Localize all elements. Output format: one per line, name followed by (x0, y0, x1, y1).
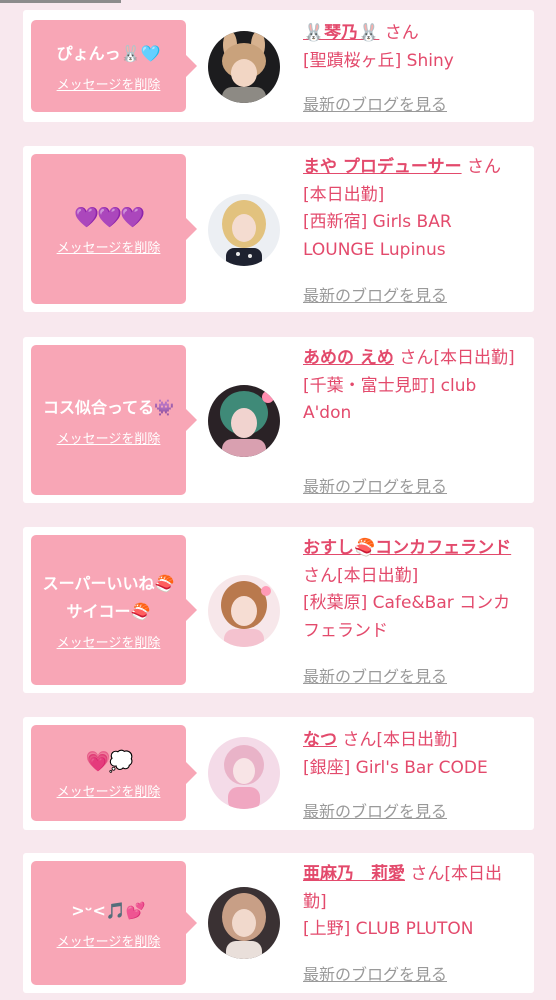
cast-name-link[interactable]: 🐰琴乃🐰 (303, 23, 379, 43)
message-text: 💗💭 (85, 748, 134, 773)
message-card: コス似合ってる👾 メッセージを削除 あめの えめ さん[本日出勤] [千葉・富士… (23, 337, 534, 503)
shop-name: [秋葉原] Cafe&Bar コンカフェランド (303, 593, 511, 641)
delete-message-link[interactable]: メッセージを削除 (57, 237, 161, 256)
cast-honorific: さん (384, 23, 419, 43)
cast-honorific: さん[本日出勤] (342, 730, 458, 750)
message-bubble: 💗💭 メッセージを削除 (31, 725, 197, 821)
latest-blog-link[interactable]: 最新のブログを見る (303, 282, 447, 306)
cast-name-link[interactable]: おすし🍣コンカフェランド (303, 538, 511, 558)
message-bubble: ぴょんっ🐰🩵 メッセージを削除 (31, 20, 197, 112)
delete-message-link[interactable]: メッセージを削除 (57, 781, 161, 800)
cast-info: なつ さん[本日出勤] [銀座] Girl's Bar CODE (303, 727, 521, 782)
cast-info: 亜麻乃 莉愛 さん[本日出勤] [上野] CLUB PLUTON (303, 861, 521, 944)
avatar[interactable] (208, 194, 280, 266)
cast-name-link[interactable]: 亜麻乃 莉愛 (303, 864, 405, 884)
shop-name: [上野] CLUB PLUTON (303, 919, 474, 939)
status-scroll-indicator (0, 0, 121, 3)
message-bubble: 💜💜💜 メッセージを削除 (31, 154, 197, 304)
shop-name: [銀座] Girl's Bar CODE (303, 757, 488, 778)
shop-name: [聖蹟桜ヶ丘] Shiny (303, 50, 454, 71)
avatar[interactable] (208, 887, 280, 959)
message-text: 💜💜💜 (74, 204, 145, 229)
message-card: 💜💜💜 メッセージを削除 まや プロデューサー さん[本日出勤] [西新宿] G… (23, 146, 534, 312)
delete-message-link[interactable]: メッセージを削除 (57, 931, 161, 950)
cast-name-link[interactable]: なつ (303, 730, 337, 750)
latest-blog-link[interactable]: 最新のブログを見る (303, 961, 447, 985)
cast-name-link[interactable]: あめの えめ (303, 348, 394, 368)
delete-message-link[interactable]: メッセージを削除 (57, 74, 161, 93)
avatar[interactable] (208, 385, 280, 457)
avatar[interactable] (208, 575, 280, 647)
cast-name-link[interactable]: まや プロデューサー (303, 157, 462, 177)
avatar[interactable] (208, 737, 280, 809)
cast-info: あめの えめ さん[本日出勤] [千葉・富士見町] club A'don (303, 345, 521, 428)
message-card: >ᵕ<🎵💕 メッセージを削除 亜麻乃 莉愛 さん[本日出勤] [上野] CLUB… (23, 853, 534, 993)
shop-name: [西新宿] Girls BAR LOUNGE Lupinus (303, 212, 452, 260)
message-bubble: >ᵕ<🎵💕 メッセージを削除 (31, 861, 197, 985)
message-bubble: コス似合ってる👾 メッセージを削除 (31, 345, 197, 495)
delete-message-link[interactable]: メッセージを削除 (57, 428, 161, 447)
message-text: コス似合ってる👾 (42, 397, 175, 417)
message-text: >ᵕ<🎵💕 (71, 900, 146, 920)
cast-info: まや プロデューサー さん[本日出勤] [西新宿] Girls BAR LOUN… (303, 154, 521, 264)
cast-honorific: さん[本日出勤] (399, 348, 515, 368)
latest-blog-link[interactable]: 最新のブログを見る (303, 663, 447, 687)
message-card: ぴょんっ🐰🩵 メッセージを削除 🐰琴乃🐰 さん [聖蹟桜ヶ丘] Shiny 最新… (23, 10, 534, 122)
latest-blog-link[interactable]: 最新のブログを見る (303, 91, 447, 115)
cast-info: 🐰琴乃🐰 さん [聖蹟桜ヶ丘] Shiny (303, 20, 521, 75)
cast-honorific: さん[本日出勤] (303, 565, 419, 586)
latest-blog-link[interactable]: 最新のブログを見る (303, 473, 447, 497)
message-text: スーパーいいね🍣 サイコー🍣 (42, 573, 175, 621)
delete-message-link[interactable]: メッセージを削除 (57, 632, 161, 651)
message-bubble: スーパーいいね🍣 サイコー🍣 メッセージを削除 (31, 535, 197, 685)
message-text: ぴょんっ🐰🩵 (56, 43, 161, 63)
message-card: 💗💭 メッセージを削除 なつ さん[本日出勤] [銀座] Girl's Bar … (23, 717, 534, 830)
avatar[interactable] (208, 31, 280, 103)
cast-info: おすし🍣コンカフェランド さん[本日出勤] [秋葉原] Cafe&Bar コンカ… (303, 535, 521, 645)
latest-blog-link[interactable]: 最新のブログを見る (303, 798, 447, 822)
message-card: スーパーいいね🍣 サイコー🍣 メッセージを削除 おすし🍣コンカフェランド さん[… (23, 527, 534, 693)
shop-name: [千葉・富士見町] club A'don (303, 375, 477, 424)
